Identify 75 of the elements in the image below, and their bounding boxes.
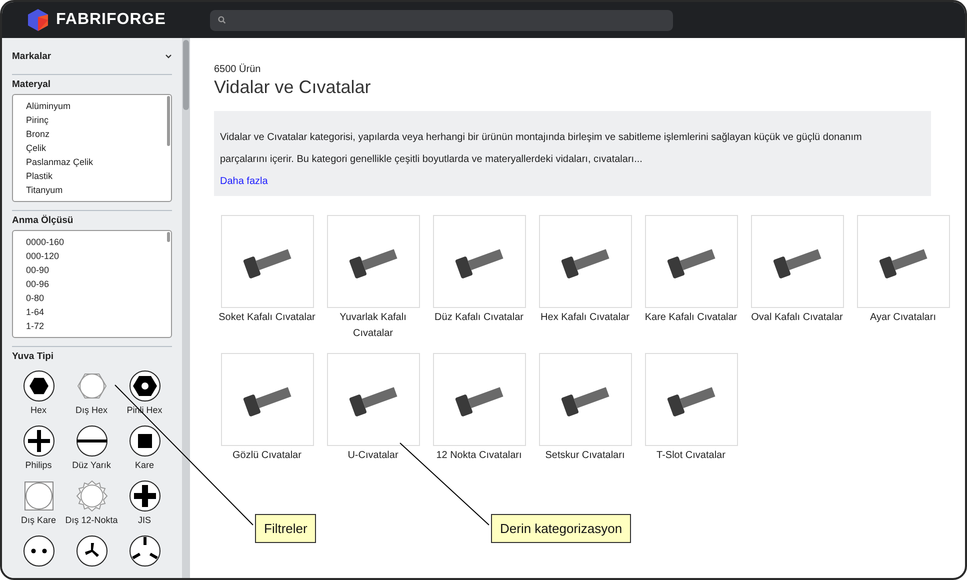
filter-title: Markalar [12,50,52,62]
product-card[interactable] [220,215,314,308]
list-option[interactable]: Alüminyum [26,99,71,113]
category-label[interactable]: U-Cıvatalar [348,448,398,464]
socket-type-icon[interactable] [128,535,160,567]
category-label[interactable]: Oval Kafalı Cıvatalar [751,310,843,326]
socket-type-label: Dış Hex [75,405,108,415]
filter-title: Yuva Tipi [12,350,55,364]
list-option[interactable]: Plastik [26,169,53,183]
socket-type-label: Düz Yarık [72,460,111,470]
list-option[interactable]: 00-90 [26,263,50,277]
socket-type-icon[interactable] [22,370,54,402]
category-label[interactable]: Setskur Cıvataları [545,448,625,464]
socket-type-icon[interactable] [76,535,108,567]
socket-type-label: Philips [25,460,52,470]
category-label[interactable]: Kare Kafalı Cıvatalar [644,310,738,326]
category-label[interactable]: Soket Kafalı Cıvatalar [218,310,316,326]
product-card[interactable] [432,215,526,308]
product-card[interactable] [538,215,632,308]
product-card[interactable] [220,353,314,446]
category-label[interactable]: Hex Kafalı Cıvatalar [540,310,630,326]
product-card[interactable] [326,215,420,308]
category-label[interactable]: Ayar Cıvataları [870,310,936,326]
description-text: Vidalar ve Cıvatalar kategorisi, yapılarda veya herhangi bir ürünün montajında birleşim ve sabitleme işlemlerini sağlayan küçük ve güçlü donanım parçalarını içerir. Bu kategori genellikle çeşitli boyutlarda ve materyallerdeki vidaları, cıvataları... [220,131,863,167]
brand-name: FABRIFORGE [56,11,167,29]
material-list[interactable]: Alüminyum Pirinç Bronz Çelik Paslanmaz Çelik Plastik Titanyum [12,94,172,202]
product-card[interactable] [538,353,632,446]
callout-label: Derin kategorizasyon [491,514,632,543]
filter-title: Materyal [12,78,52,92]
product-card[interactable] [856,215,950,308]
list-option[interactable]: Titanyum [26,183,63,197]
category-label[interactable]: Yuvarlak Kafalı Cıvatalar [322,310,424,342]
scrollbar-thumb[interactable] [167,232,170,242]
list-option[interactable]: 000-120 [26,249,60,263]
brands-filter[interactable]: Markalar [12,46,172,66]
logo-icon [26,8,50,32]
socket-type-icon[interactable] [22,425,54,457]
socket-type-icon[interactable] [76,425,108,457]
socket-type-label: Hex [30,405,46,415]
list-option[interactable]: Pirinç [26,113,49,127]
socket-type-icon[interactable] [128,370,160,402]
socket-type-label: Dış 12-Nokta [65,515,118,525]
list-option[interactable]: 00-96 [26,277,50,291]
list-option[interactable]: Paslanmaz Çelik [26,155,94,169]
list-option[interactable]: 1-72 [26,319,44,333]
search-field[interactable] [210,10,673,30]
product-card[interactable] [644,215,738,308]
socket-type-label: Dış Kare [20,515,56,525]
list-option[interactable]: Bronz [26,127,50,141]
socket-type-label: JIS [138,515,151,525]
filter-title: Anma Ölçüsü [12,214,74,228]
product-card[interactable] [432,353,526,446]
category-label[interactable]: Gözlü Cıvatalar [232,448,302,464]
product-card[interactable] [326,353,420,446]
callout-label: Filtreler [255,514,316,543]
list-option[interactable]: 1-64 [26,305,44,319]
scrollbar-thumb[interactable] [183,40,189,110]
more-link[interactable]: Daha fazla [220,176,268,187]
category-label[interactable]: 12 Nokta Cıvataları [436,448,522,464]
list-option[interactable]: 0-80 [26,291,44,305]
scrollbar-thumb[interactable] [167,96,170,146]
product-count: 6500 Ürün [214,64,262,75]
socket-type-icon[interactable] [128,480,160,512]
category-label[interactable]: Düz Kafalı Cıvatalar [434,310,524,326]
size-list[interactable]: 0000-160 000-120 00-90 00-96 0-80 1-64 1-72 [12,230,172,338]
category-label[interactable]: T-Slot Cıvatalar [656,448,726,464]
product-card[interactable] [644,353,738,446]
socket-type-icon[interactable] [128,425,160,457]
product-card[interactable] [750,215,844,308]
list-option[interactable]: Çelik [26,141,46,155]
list-option[interactable]: 0000-160 [26,235,64,249]
socket-type-label: Kare [134,460,154,470]
page-title: Vidalar ve Cıvatalar [214,77,372,98]
socket-type-icon[interactable] [22,535,54,567]
search-icon [218,16,226,24]
